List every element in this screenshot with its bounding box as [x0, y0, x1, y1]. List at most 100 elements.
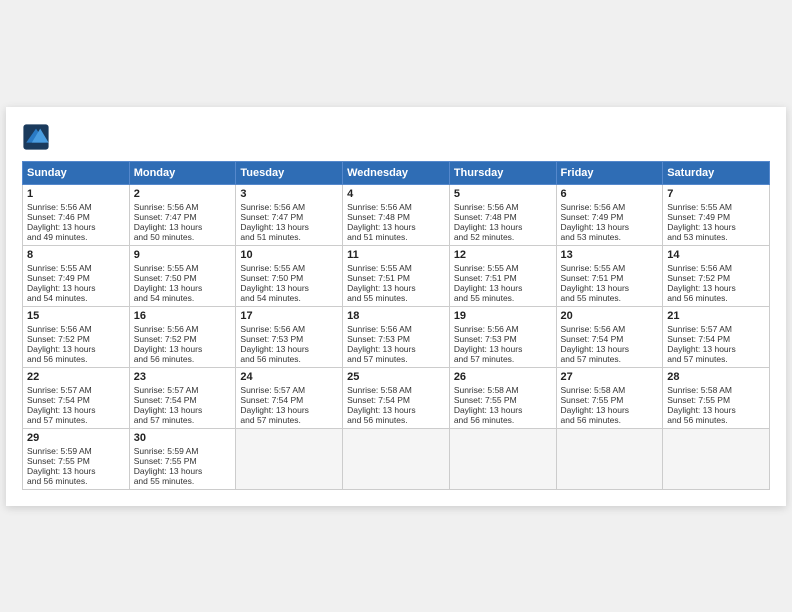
day-detail: Sunrise: 5:56 AM	[240, 202, 338, 212]
day-detail: and 56 minutes.	[667, 293, 765, 303]
day-cell	[236, 428, 343, 489]
day-detail: Sunset: 7:47 PM	[240, 212, 338, 222]
weekday-friday: Friday	[556, 161, 663, 184]
day-detail: Sunrise: 5:56 AM	[454, 324, 552, 334]
day-number: 20	[561, 310, 659, 322]
day-number: 13	[561, 249, 659, 261]
day-detail: Daylight: 13 hours	[134, 466, 232, 476]
day-detail: and 56 minutes.	[240, 354, 338, 364]
day-detail: Sunset: 7:55 PM	[27, 456, 125, 466]
day-number: 2	[134, 188, 232, 200]
day-detail: Daylight: 13 hours	[27, 344, 125, 354]
day-number: 28	[667, 371, 765, 383]
weekday-monday: Monday	[129, 161, 236, 184]
day-cell: 12Sunrise: 5:55 AMSunset: 7:51 PMDayligh…	[449, 245, 556, 306]
day-detail: Daylight: 13 hours	[27, 283, 125, 293]
header	[22, 123, 770, 151]
day-detail: Daylight: 13 hours	[454, 344, 552, 354]
day-cell: 19Sunrise: 5:56 AMSunset: 7:53 PMDayligh…	[449, 306, 556, 367]
logo	[22, 123, 54, 151]
day-cell: 23 Sunrise: 5:57 AMSunset: 7:54 PMDayligh…	[129, 367, 236, 428]
day-detail: Daylight: 13 hours	[667, 405, 765, 415]
day-detail: and 56 minutes.	[27, 476, 125, 486]
day-cell: 29Sunrise: 5:59 AMSunset: 7:55 PMDayligh…	[23, 428, 130, 489]
day-detail: Sunset: 7:52 PM	[134, 334, 232, 344]
day-number: 3	[240, 188, 338, 200]
day-cell: 14Sunrise: 5:56 AMSunset: 7:52 PMDayligh…	[663, 245, 770, 306]
day-detail: Sunrise: 5:58 AM	[454, 385, 552, 395]
day-detail: Sunset: 7:52 PM	[667, 273, 765, 283]
day-detail: Daylight: 13 hours	[134, 283, 232, 293]
day-detail: and 54 minutes.	[27, 293, 125, 303]
day-detail: Sunrise: 5:56 AM	[347, 202, 445, 212]
day-cell: 22Sunrise: 5:57 AMSunset: 7:54 PMDayligh…	[23, 367, 130, 428]
day-detail: Sunrise: 5:58 AM	[347, 385, 445, 395]
day-detail: Sunset: 7:49 PM	[667, 212, 765, 222]
day-cell	[343, 428, 450, 489]
day-detail: Sunrise: 5:56 AM	[561, 202, 659, 212]
day-cell: 1Sunrise: 5:56 AMSunset: 7:46 PMDaylight…	[23, 184, 130, 245]
day-detail: Sunrise: 5:55 AM	[240, 263, 338, 273]
day-detail: Sunrise: 5:56 AM	[134, 202, 232, 212]
day-cell: 7Sunrise: 5:55 AMSunset: 7:49 PMDaylight…	[663, 184, 770, 245]
day-detail: Sunset: 7:49 PM	[27, 273, 125, 283]
day-detail: Daylight: 13 hours	[561, 283, 659, 293]
day-cell: 15Sunrise: 5:56 AMSunset: 7:52 PMDayligh…	[23, 306, 130, 367]
day-cell: 17Sunrise: 5:56 AMSunset: 7:53 PMDayligh…	[236, 306, 343, 367]
day-detail: Sunset: 7:49 PM	[561, 212, 659, 222]
day-number: 7	[667, 188, 765, 200]
day-detail: Daylight: 13 hours	[667, 222, 765, 232]
day-detail: Sunrise: 5:57 AM	[134, 385, 232, 395]
day-cell: 20Sunrise: 5:56 AMSunset: 7:54 PMDayligh…	[556, 306, 663, 367]
day-detail: Sunset: 7:51 PM	[347, 273, 445, 283]
day-cell	[663, 428, 770, 489]
day-detail: Daylight: 13 hours	[134, 405, 232, 415]
day-detail: Sunrise: 5:55 AM	[347, 263, 445, 273]
day-number: 23	[134, 371, 232, 383]
day-detail: Sunset: 7:48 PM	[347, 212, 445, 222]
day-detail: Daylight: 13 hours	[454, 405, 552, 415]
day-detail: and 51 minutes.	[240, 232, 338, 242]
day-cell: 11Sunrise: 5:55 AMSunset: 7:51 PMDayligh…	[343, 245, 450, 306]
day-detail: and 57 minutes.	[454, 354, 552, 364]
week-row-3: 15Sunrise: 5:56 AMSunset: 7:52 PMDayligh…	[23, 306, 770, 367]
week-row-4: 22Sunrise: 5:57 AMSunset: 7:54 PMDayligh…	[23, 367, 770, 428]
day-number: 5	[454, 188, 552, 200]
day-number: 29	[27, 432, 125, 444]
day-detail: Sunrise: 5:56 AM	[27, 202, 125, 212]
day-detail: and 53 minutes.	[561, 232, 659, 242]
day-detail: and 57 minutes.	[347, 354, 445, 364]
day-detail: Sunrise: 5:55 AM	[134, 263, 232, 273]
day-detail: Sunset: 7:54 PM	[134, 395, 232, 405]
day-number: 6	[561, 188, 659, 200]
day-detail: Sunrise: 5:58 AM	[561, 385, 659, 395]
day-detail: Daylight: 13 hours	[561, 344, 659, 354]
week-row-5: 29 Sunrise: 5:59 AMSunset: 7:55 PM Dayligh…	[23, 428, 770, 489]
day-detail: and 56 minutes.	[667, 415, 765, 425]
day-detail: and 56 minutes.	[27, 354, 125, 364]
day-detail: Sunrise: 5:56 AM	[561, 324, 659, 334]
day-detail: and 54 minutes.	[134, 293, 232, 303]
day-detail: Sunset: 7:53 PM	[347, 334, 445, 344]
day-detail: Daylight: 13 hours	[561, 405, 659, 415]
weekday-wednesday: Wednesday	[343, 161, 450, 184]
weekday-tuesday: Tuesday	[236, 161, 343, 184]
day-cell: 16Sunrise: 5:56 AMSunset: 7:52 PMDayligh…	[129, 306, 236, 367]
day-detail: Sunset: 7:54 PM	[667, 334, 765, 344]
day-number: 14	[667, 249, 765, 261]
day-detail: and 49 minutes.	[27, 232, 125, 242]
day-detail: Sunset: 7:55 PM	[667, 395, 765, 405]
day-detail: Sunrise: 5:59 AM	[27, 446, 125, 456]
day-detail: Sunset: 7:51 PM	[561, 273, 659, 283]
day-detail: Sunset: 7:50 PM	[240, 273, 338, 283]
day-detail: and 57 minutes.	[667, 354, 765, 364]
day-detail: Daylight: 13 hours	[347, 283, 445, 293]
calendar-grid: SundayMondayTuesdayWednesdayThursdayFrid…	[22, 161, 770, 490]
day-detail: Sunrise: 5:56 AM	[27, 324, 125, 334]
day-detail: and 57 minutes.	[27, 415, 125, 425]
day-number: 16	[134, 310, 232, 322]
day-detail: and 55 minutes.	[454, 293, 552, 303]
day-detail: Daylight: 13 hours	[347, 344, 445, 354]
day-cell: 8Sunrise: 5:55 AMSunset: 7:49 PMDaylight…	[23, 245, 130, 306]
day-detail: and 56 minutes.	[454, 415, 552, 425]
